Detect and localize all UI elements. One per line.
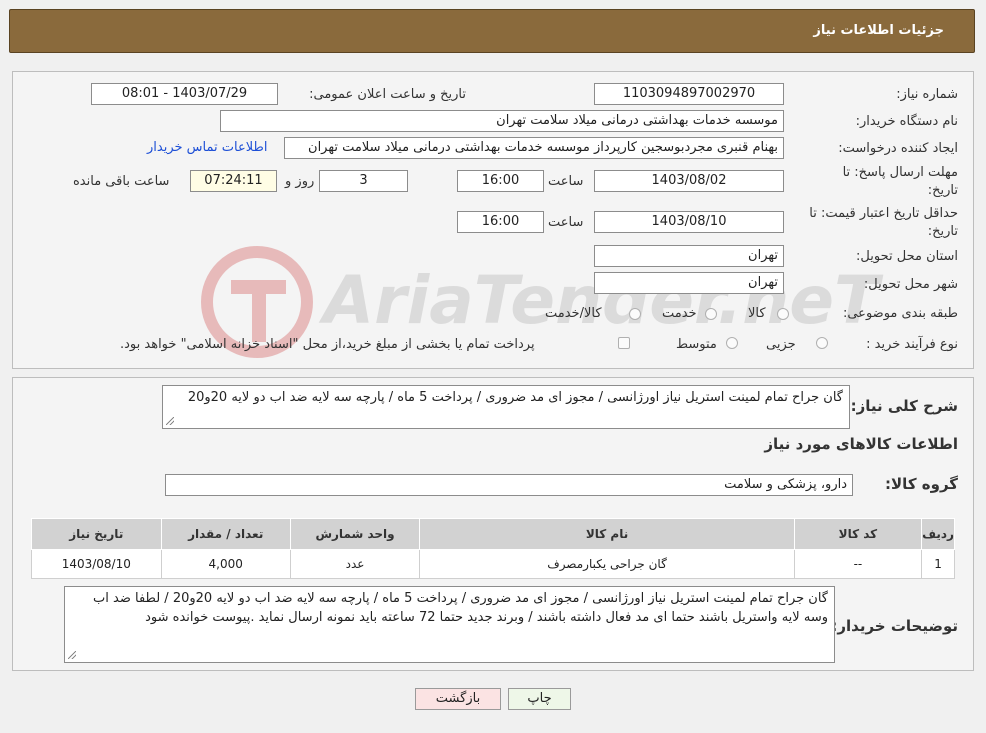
page-header: جزئیات اطلاعات نیاز bbox=[9, 9, 975, 53]
province-label: استان محل تحویل: bbox=[856, 249, 958, 264]
remaining-time-field: 07:24:11 bbox=[190, 170, 277, 192]
province-field: تهران bbox=[594, 245, 784, 267]
col-quantity: تعداد / مقدار bbox=[160, 518, 291, 550]
payment-note: پرداخت تمام یا بخشی از مبلغ خرید،از محل … bbox=[120, 337, 535, 352]
price-validity-time-label: ساعت bbox=[548, 215, 584, 230]
goods-table-header: ردیف کد کالا نام کالا واحد شمارش تعداد /… bbox=[31, 518, 955, 550]
deadline-date-field: 1403/08/02 bbox=[594, 170, 784, 192]
summary-textarea: گان جراح تمام لمینت استریل نیاز اورژانسی… bbox=[162, 385, 850, 429]
deadline-time-label: ساعت bbox=[548, 174, 584, 189]
deadline-label: مهلت ارسال پاسخ: تا bbox=[842, 165, 958, 180]
col-item-code: کد کالا bbox=[793, 518, 923, 550]
price-validity-time-field: 16:00 bbox=[457, 211, 544, 233]
table-row: 1 -- گان جراحی یکبارمصرف عدد 4,000 1403/… bbox=[31, 549, 955, 579]
resize-grip-icon[interactable] bbox=[68, 651, 76, 659]
col-item-name: نام کالا bbox=[419, 518, 795, 550]
goods-table: ردیف کد کالا نام کالا واحد شمارش تعداد /… bbox=[31, 518, 955, 579]
category-option-goods: کالا bbox=[748, 306, 766, 321]
days-remaining-field: 3 bbox=[319, 170, 408, 192]
buyer-notes-textarea: گان جراح تمام لمینت استریل نیاز اورژانسی… bbox=[64, 586, 835, 663]
category-radio-service[interactable] bbox=[705, 308, 717, 320]
back-button[interactable]: بازگشت bbox=[415, 688, 501, 710]
days-label: روز و bbox=[285, 174, 315, 189]
summary-text: گان جراح تمام لمینت استریل نیاز اورژانسی… bbox=[187, 390, 843, 405]
category-label: طبقه بندی موضوعی: bbox=[842, 306, 958, 321]
cell-item-code: -- bbox=[793, 549, 923, 579]
deadline-label-date: تاریخ: bbox=[927, 183, 958, 198]
category-option-service: خدمت bbox=[662, 306, 697, 321]
page-title: جزئیات اطلاعات نیاز bbox=[813, 23, 944, 38]
process-radio-medium[interactable] bbox=[726, 337, 738, 349]
process-option-minor: جزیی bbox=[766, 337, 796, 352]
payment-option-checkbox[interactable] bbox=[618, 337, 630, 349]
goods-group-label: گروه کالا: bbox=[885, 475, 958, 493]
cell-row-number: 1 bbox=[921, 549, 955, 579]
resize-grip-icon[interactable] bbox=[166, 417, 174, 425]
col-need-date: تاریخ نیاز bbox=[31, 518, 162, 550]
buyer-notes-label: توضیحات خریدار: bbox=[831, 617, 958, 635]
announce-label: تاریخ و ساعت اعلان عمومی: bbox=[309, 87, 466, 102]
goods-group-field: دارو، پزشکی و سلامت bbox=[165, 474, 853, 496]
process-option-medium: متوسط bbox=[676, 337, 717, 352]
need-number-label: شماره نیاز: bbox=[896, 87, 958, 102]
category-radio-goods[interactable] bbox=[777, 308, 789, 320]
category-radio-goods-service[interactable] bbox=[629, 308, 641, 320]
cell-quantity: 4,000 bbox=[160, 549, 291, 579]
price-validity-date-field: 1403/08/10 bbox=[594, 211, 784, 233]
buyer-contact-link[interactable]: اطلاعات تماس خریدار bbox=[147, 140, 267, 155]
cell-unit: عدد bbox=[289, 549, 421, 579]
deadline-time-field: 16:00 bbox=[457, 170, 544, 192]
creator-field: بهنام قنبری مجردبوسجین کارپرداز موسسه خد… bbox=[284, 137, 784, 159]
summary-label: شرح کلی نیاز: bbox=[850, 397, 958, 415]
creator-label: ایجاد کننده درخواست: bbox=[838, 141, 958, 156]
price-validity-label: حداقل تاریخ اعتبار قیمت: تا bbox=[809, 206, 958, 221]
buyer-org-label: نام دستگاه خریدار: bbox=[855, 114, 958, 129]
col-row-number: ردیف bbox=[921, 518, 955, 550]
category-option-goods-service: کالا/خدمت bbox=[545, 306, 602, 321]
need-number-field: 1103094897002970 bbox=[594, 83, 784, 105]
process-type-label: نوع فرآیند خرید : bbox=[866, 337, 958, 352]
announce-datetime-field: 1403/07/29 - 08:01 bbox=[91, 83, 278, 105]
col-unit: واحد شمارش bbox=[289, 518, 421, 550]
price-validity-label-date: تاریخ: bbox=[927, 224, 958, 239]
buyer-org-field: موسسه خدمات بهداشتی درمانی میلاد سلامت ت… bbox=[220, 110, 784, 132]
process-radio-minor[interactable] bbox=[816, 337, 828, 349]
goods-info-title: اطلاعات کالاهای مورد نیاز bbox=[764, 435, 958, 453]
remaining-time-label: ساعت باقی مانده bbox=[73, 174, 170, 189]
buyer-notes-text: گان جراح تمام لمینت استریل نیاز اورژانسی… bbox=[93, 591, 828, 625]
city-label: شهر محل تحویل: bbox=[863, 277, 958, 292]
print-button[interactable]: چاپ bbox=[508, 688, 571, 710]
cell-need-date: 1403/08/10 bbox=[31, 549, 162, 579]
city-field: تهران bbox=[594, 272, 784, 294]
cell-item-name: گان جراحی یکبارمصرف bbox=[419, 549, 795, 579]
